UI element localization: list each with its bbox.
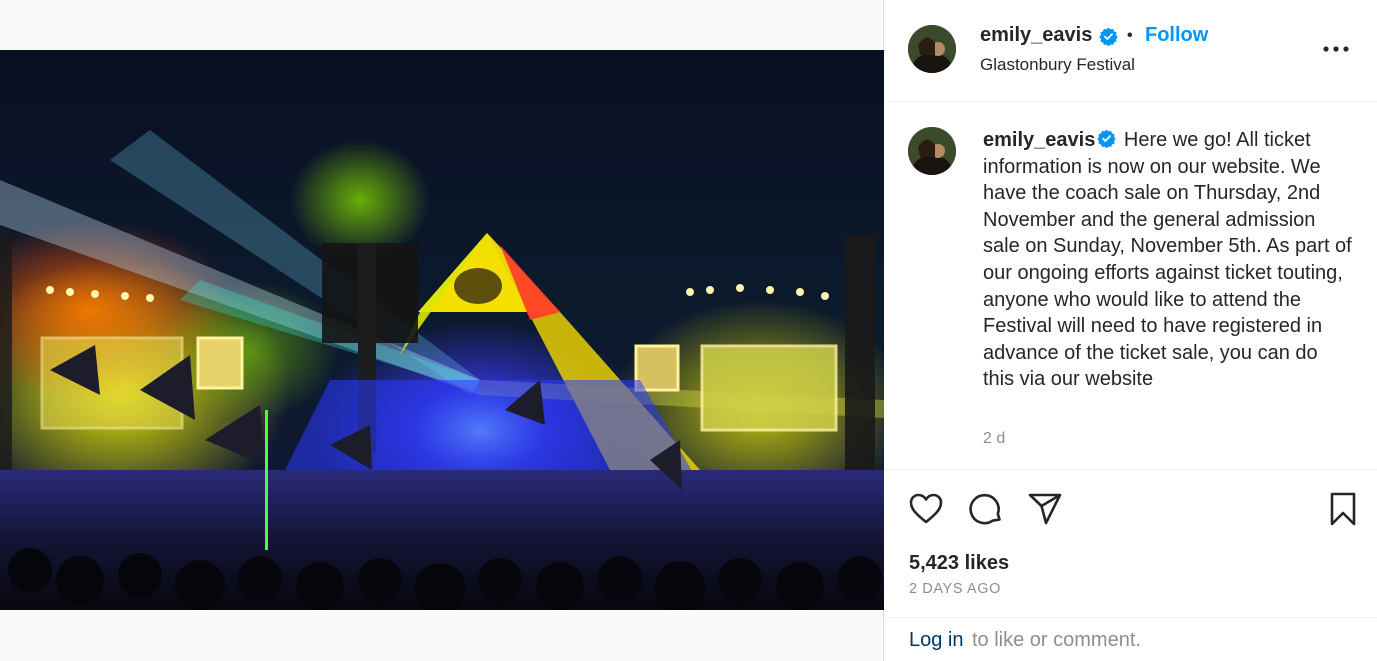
location-link[interactable]: Glastonbury Festival bbox=[980, 55, 1135, 75]
login-prompt: Log in to like or comment. bbox=[885, 617, 1377, 661]
follow-button[interactable]: Follow bbox=[1145, 24, 1208, 47]
likes-count[interactable]: 5,423 likes bbox=[909, 552, 1009, 575]
login-prompt-text: to like or comment. bbox=[972, 629, 1141, 651]
post-side-panel: emily_eavis • Follow Glastonbury Festiva… bbox=[885, 0, 1377, 661]
caption-text: emily_eavis Here we go! All ticket infor… bbox=[983, 127, 1353, 393]
separator-dot: • bbox=[1127, 27, 1133, 44]
caption-body: Here we go! All ticket information is no… bbox=[983, 129, 1352, 391]
heart-icon[interactable] bbox=[908, 491, 944, 527]
more-options-icon[interactable] bbox=[1321, 36, 1351, 62]
bookmark-icon[interactable] bbox=[1325, 491, 1361, 527]
username[interactable]: emily_eavis bbox=[980, 24, 1092, 47]
avatar[interactable] bbox=[908, 25, 956, 73]
login-link[interactable]: Log in bbox=[909, 629, 964, 652]
post-header: emily_eavis • Follow Glastonbury Festiva… bbox=[885, 0, 1377, 102]
comment-icon[interactable] bbox=[968, 491, 1004, 527]
post-photo[interactable] bbox=[0, 50, 884, 610]
caption-time[interactable]: 2 d bbox=[983, 430, 1005, 448]
verified-badge-icon bbox=[1097, 129, 1117, 148]
caption-area: emily_eavis Here we go! All ticket infor… bbox=[885, 103, 1377, 469]
caption-avatar[interactable] bbox=[908, 127, 956, 175]
verified-badge-icon bbox=[1099, 27, 1118, 46]
caption-username[interactable]: emily_eavis bbox=[983, 129, 1095, 151]
media-column bbox=[0, 0, 884, 661]
action-bar: 5,423 likes 2 DAYS AGO bbox=[885, 469, 1377, 617]
share-icon[interactable] bbox=[1027, 491, 1063, 527]
post-date: 2 DAYS AGO bbox=[909, 581, 1001, 597]
